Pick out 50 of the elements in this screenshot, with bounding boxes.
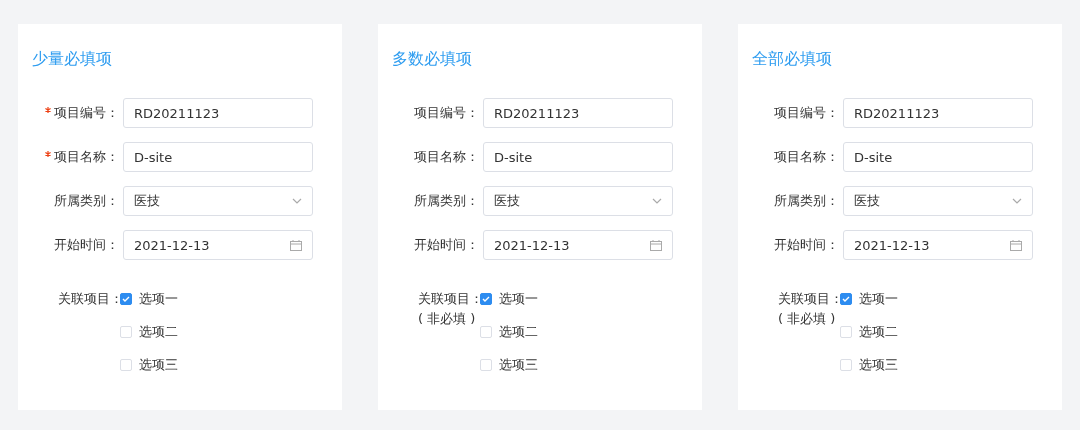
field-label: 开始时间： xyxy=(54,236,119,254)
chevron-down-icon xyxy=(292,198,302,204)
calendar-icon xyxy=(650,239,662,251)
calendar-icon xyxy=(290,239,302,251)
field-label: 所属类别： xyxy=(54,192,119,210)
date-field[interactable]: 2021-12-13 xyxy=(123,230,313,260)
date-field[interactable]: 2021-12-13 xyxy=(483,230,673,260)
input-field[interactable]: D-site xyxy=(123,142,313,172)
select-field[interactable]: 医技 xyxy=(123,186,313,216)
option-label: 选项三 xyxy=(139,356,178,374)
field-label: 项目名称： xyxy=(414,148,479,166)
field-label: 项目编号： xyxy=(414,104,479,122)
calendar-icon xyxy=(1010,239,1022,251)
field-label: 所属类别： xyxy=(414,192,479,210)
card-title: 全部必填项 xyxy=(751,48,833,70)
option-label: 选项二 xyxy=(499,323,538,341)
card-title: 少量必填项 xyxy=(31,48,113,70)
optional-note: ( 非必填 ) xyxy=(778,310,837,328)
option-label: 选项二 xyxy=(139,323,178,341)
field-label: 关联项目： xyxy=(58,290,123,308)
input-field[interactable]: D-site xyxy=(843,142,1033,172)
input-field[interactable]: RD20211123 xyxy=(843,98,1033,128)
option-label: 选项三 xyxy=(859,356,898,374)
chevron-down-icon xyxy=(1012,198,1022,204)
select-field[interactable]: 医技 xyxy=(843,186,1033,216)
field-label: 项目名称： xyxy=(774,148,839,166)
field-label: 关联项目： xyxy=(778,290,843,308)
field-label: 关联项目： xyxy=(418,290,483,308)
field-label: 所属类别： xyxy=(774,192,839,210)
input-field[interactable]: RD20211123 xyxy=(123,98,313,128)
option-label: 选项二 xyxy=(859,323,898,341)
input-field[interactable]: D-site xyxy=(483,142,673,172)
checkbox[interactable] xyxy=(480,293,492,305)
option-label: 选项一 xyxy=(499,290,538,308)
card-title: 多数必填项 xyxy=(391,48,473,70)
option-label: 选项一 xyxy=(859,290,898,308)
field-label: 开始时间： xyxy=(414,236,479,254)
checkbox[interactable] xyxy=(120,293,132,305)
input-field[interactable]: RD20211123 xyxy=(483,98,673,128)
option-label: 选项一 xyxy=(139,290,178,308)
field-label: 项目名称： xyxy=(54,148,119,166)
field-label: 项目编号： xyxy=(774,104,839,122)
checkbox[interactable] xyxy=(840,293,852,305)
field-label: 项目编号： xyxy=(54,104,119,122)
chevron-down-icon xyxy=(652,198,662,204)
field-label: 开始时间： xyxy=(774,236,839,254)
select-field[interactable]: 医技 xyxy=(483,186,673,216)
optional-note: ( 非必填 ) xyxy=(418,310,477,328)
date-field[interactable]: 2021-12-13 xyxy=(843,230,1033,260)
option-label: 选项三 xyxy=(499,356,538,374)
